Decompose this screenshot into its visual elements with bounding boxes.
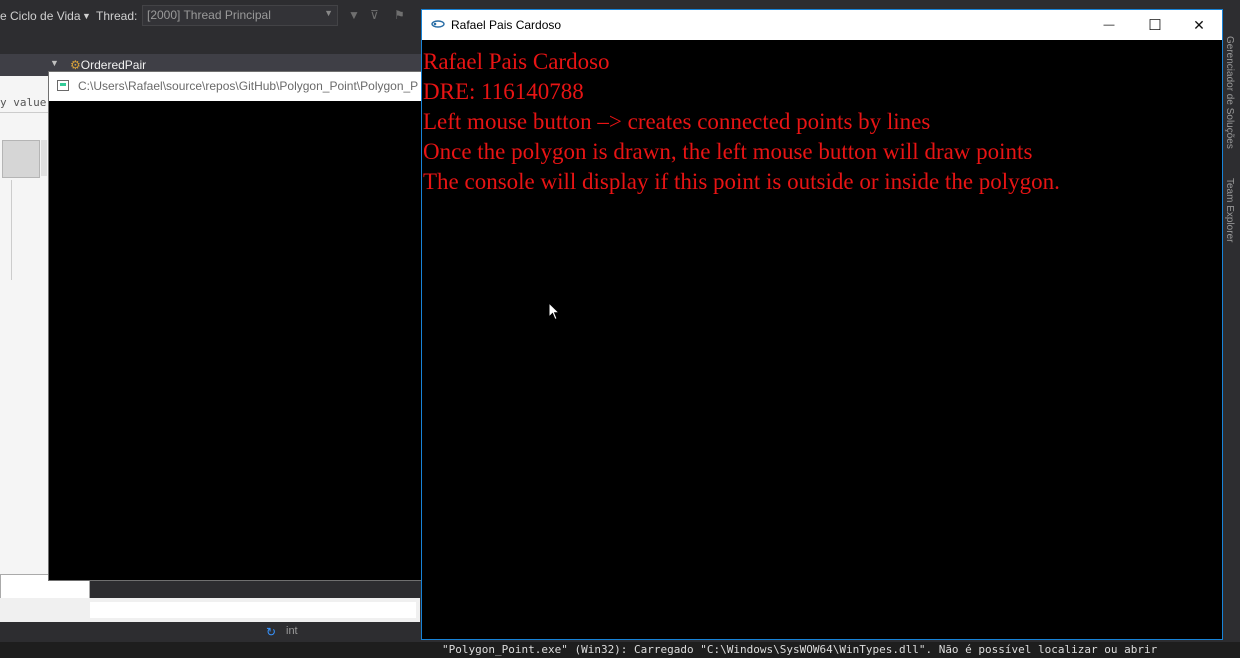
- divider: [0, 112, 48, 113]
- ide-status-strip: ↻ int: [0, 622, 420, 642]
- member-dropdown[interactable]: ⚙OrderedPair: [70, 58, 146, 72]
- side-tab-strip: Gerenciador de Soluções Team Explorer: [1222, 32, 1240, 642]
- output-line: "Polygon_Point.exe" (Win32): Carregado "…: [442, 643, 1158, 656]
- console-window[interactable]: C:\Users\Rafael\source\repos\GitHub\Poly…: [48, 71, 422, 581]
- ide-bottom-area: [0, 598, 420, 622]
- info-line-name: Rafael Pais Cardoso: [423, 49, 610, 74]
- output-pane: "Polygon_Point.exe" (Win32): Carregado "…: [0, 642, 1240, 658]
- thread-select-value: [2000] Thread Principal: [147, 8, 271, 22]
- minimize-button[interactable]: —: [1086, 10, 1132, 40]
- toolbox-icon[interactable]: [2, 140, 40, 178]
- glut-canvas[interactable]: Rafael Pais Cardoso DRE: 116140788 Left …: [422, 40, 1222, 639]
- refresh-icon[interactable]: ↻: [266, 625, 276, 639]
- thread-label: Thread:: [96, 9, 138, 23]
- filter-icon[interactable]: ▼: [348, 8, 360, 22]
- close-button[interactable]: ✕: [1176, 10, 1222, 40]
- console-title-bar[interactable]: C:\Users\Rafael\source\repos\GitHub\Poly…: [49, 72, 421, 101]
- chevron-down-icon: ▼: [324, 8, 333, 18]
- partial-code-text: y value: [0, 96, 47, 109]
- info-line-console: The console will display if this point i…: [423, 169, 1060, 194]
- window-title: Rafael Pais Cardoso: [451, 18, 562, 32]
- toolbox-edge: [41, 140, 47, 176]
- class-member-icon: ⚙: [70, 58, 81, 72]
- lifecycle-label[interactable]: e Ciclo de Vida: [0, 9, 81, 23]
- minimize-icon: —: [1103, 19, 1115, 31]
- type-label: int: [286, 625, 298, 637]
- chevron-down-icon[interactable]: ▼: [50, 58, 59, 68]
- filter-toggle-icon[interactable]: ⊽: [370, 8, 379, 22]
- mouse-cursor-icon: [548, 302, 560, 321]
- info-line-left-click: Left mouse button –> creates connected p…: [423, 109, 931, 134]
- console-title: C:\Users\Rafael\source\repos\GitHub\Poly…: [78, 79, 418, 93]
- lifecycle-dropdown-icon[interactable]: ▼: [82, 11, 91, 21]
- console-app-icon: [57, 80, 69, 91]
- divider: [11, 180, 12, 280]
- horizontal-scrollbar[interactable]: [90, 602, 416, 618]
- solution-explorer-tab[interactable]: Gerenciador de Soluções: [1224, 36, 1235, 149]
- glut-window[interactable]: Rafael Pais Cardoso — ☐ ✕ Rafael Pais Ca…: [421, 9, 1223, 640]
- glut-title-bar[interactable]: Rafael Pais Cardoso — ☐ ✕: [422, 10, 1222, 40]
- close-icon: ✕: [1193, 16, 1205, 33]
- team-explorer-tab[interactable]: Team Explorer: [1224, 178, 1235, 242]
- ide-left-pane: y value: [0, 76, 90, 621]
- maximize-button[interactable]: ☐: [1132, 10, 1178, 40]
- thread-select[interactable]: [2000] Thread Principal ▼: [142, 5, 338, 26]
- info-line-dre: DRE: 116140788: [423, 79, 584, 104]
- glut-app-icon: [431, 20, 445, 28]
- info-line-polygon: Once the polygon is drawn, the left mous…: [423, 139, 1033, 164]
- maximize-icon: ☐: [1148, 17, 1162, 34]
- flag-icon[interactable]: ⚑: [394, 8, 405, 22]
